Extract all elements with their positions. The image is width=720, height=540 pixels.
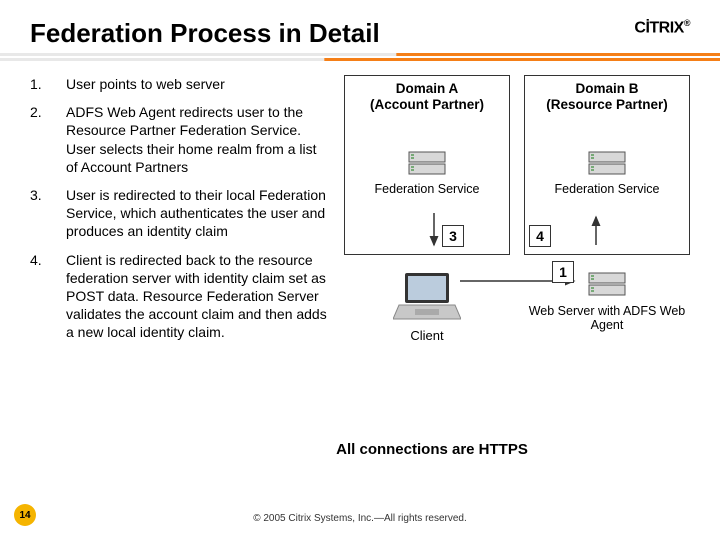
domain-a-box: Domain A(Account Partner) Federation Ser…: [344, 75, 510, 255]
server-pair-a: [349, 150, 505, 181]
federation-service-label-b: Federation Service: [529, 183, 685, 197]
diagram-area: Domain A(Account Partner) Federation Ser…: [344, 75, 690, 351]
https-note: All connections are HTTPS: [262, 441, 602, 458]
number-box-4: 4: [529, 225, 551, 247]
rule-top: [0, 53, 720, 56]
rule-bottom: [0, 58, 720, 61]
federation-service-label-a: Federation Service: [349, 183, 505, 197]
page-number-badge: 14: [14, 504, 36, 526]
step-item: 2.ADFS Web Agent redirects user to the R…: [30, 103, 330, 176]
copyright: © 2005 Citrix Systems, Inc.—All rights r…: [0, 513, 720, 524]
domain-b-title: Domain B(Resource Partner): [529, 81, 685, 112]
server-pair-b: [529, 150, 685, 181]
domain-a-title: Domain A(Account Partner): [349, 81, 505, 112]
step-item: 3.User is redirected to their local Fede…: [30, 186, 330, 241]
webserver-zone: Web Server with ADFS Web Agent: [524, 271, 690, 333]
server-icon: [587, 150, 627, 176]
client-label: Client: [344, 328, 510, 343]
header: Federation Process in Detail CİTRIX®: [0, 0, 720, 53]
number-box-3: 3: [442, 225, 464, 247]
page-title: Federation Process in Detail: [30, 18, 380, 49]
server-icon: [407, 150, 447, 176]
domain-row: Domain A(Account Partner) Federation Ser…: [344, 75, 690, 255]
laptop-icon: [393, 271, 461, 323]
lower-row: Client Web Server with ADFS Web Agent: [344, 271, 690, 343]
citrix-logo: CİTRIX®: [634, 18, 690, 37]
webserver-label: Web Server with ADFS Web Agent: [524, 304, 690, 333]
server-icon: [587, 271, 627, 297]
content-row: 1.User points to web server 2.ADFS Web A…: [0, 75, 720, 351]
step-item: 1.User points to web server: [30, 75, 330, 93]
number-box-1: 1: [552, 261, 574, 283]
step-list: 1.User points to web server 2.ADFS Web A…: [30, 75, 330, 351]
step-item: 4.Client is redirected back to the resou…: [30, 251, 330, 342]
client-zone: Client: [344, 271, 510, 343]
